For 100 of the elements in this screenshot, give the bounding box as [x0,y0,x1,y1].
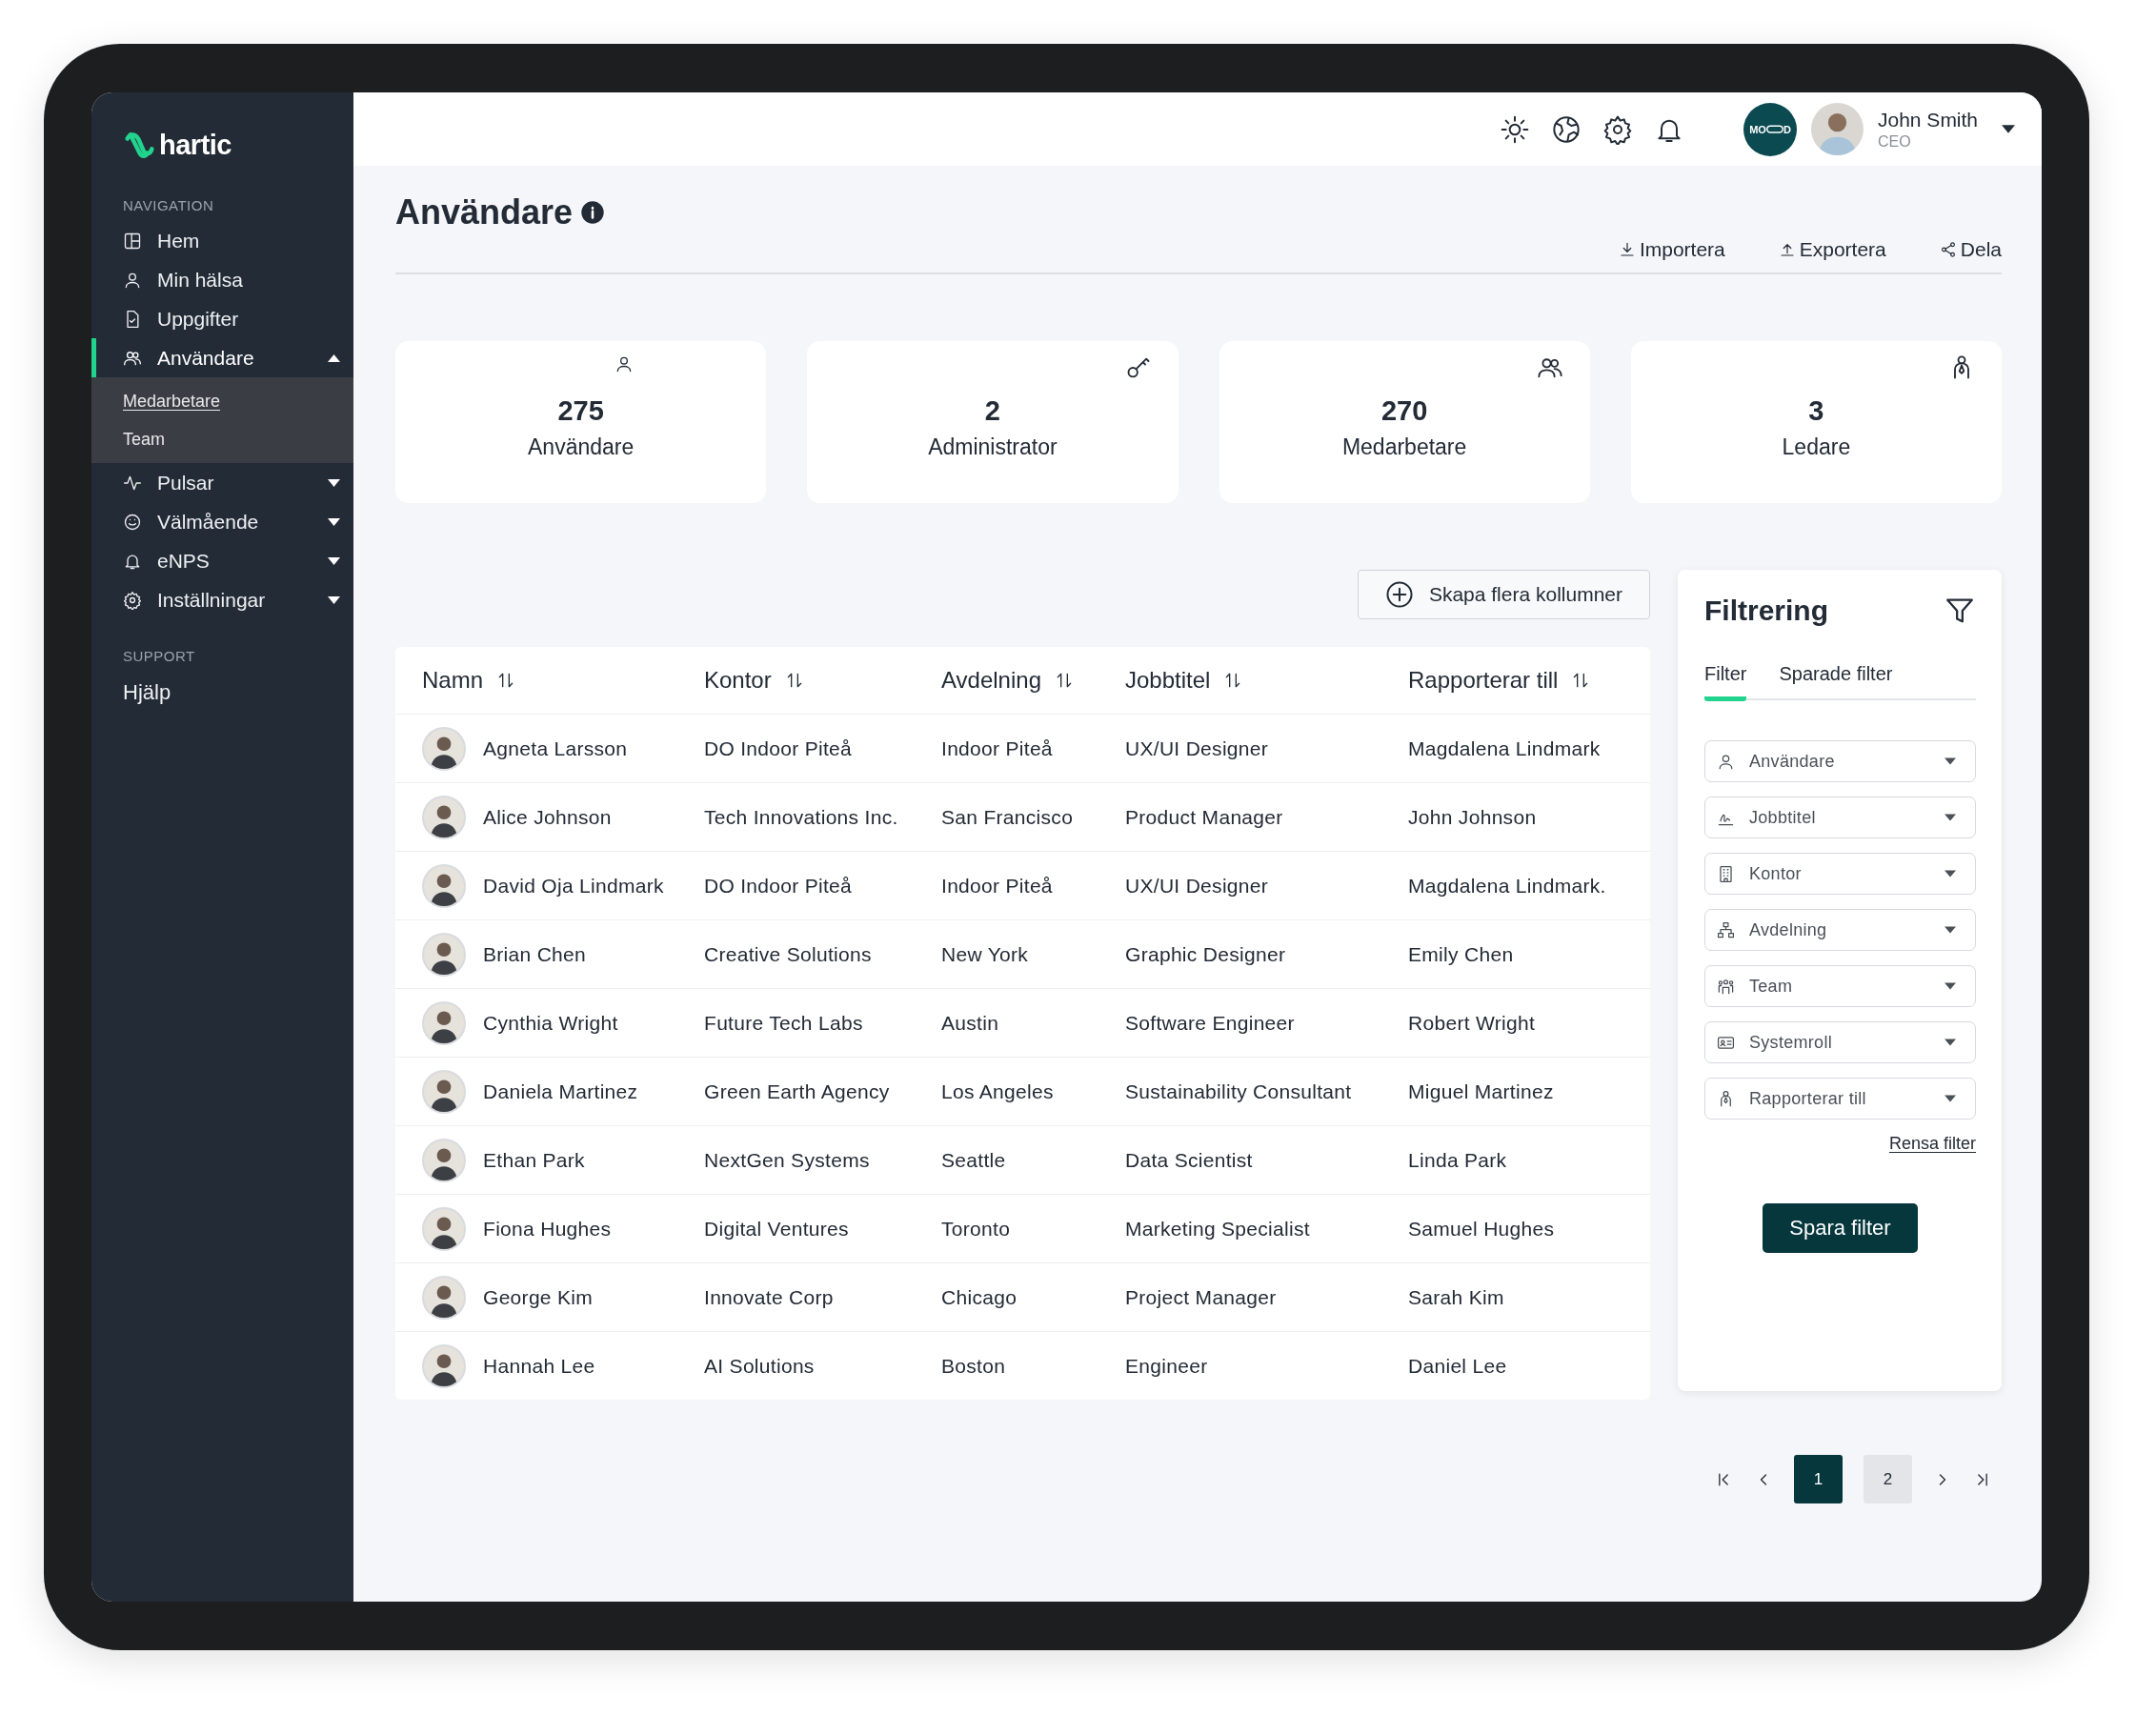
table-cell: Seattle [941,1148,1006,1172]
nav-item[interactable]: Pulsar [91,463,353,502]
table-cell: Chicago [941,1285,1018,1309]
table-cell: Hannah Lee [483,1354,595,1378]
home-icon [123,231,142,251]
table-cell: Engineer [1125,1354,1208,1378]
avatar-placeholder [422,795,466,839]
save-filter-button[interactable]: Spara filter [1763,1203,1918,1253]
caret-icon [328,353,340,362]
table-cell: George Kim [483,1285,594,1309]
table-cell: Magdalena Lindmark. [1408,874,1606,898]
table-cell: Austin [941,1011,999,1035]
table-cell: Fiona Hughes [483,1217,612,1241]
nav-item[interactable]: Välmående [91,502,353,541]
brand-logo-icon [124,131,155,159]
table-cell: Miguel Martinez [1408,1079,1554,1103]
caret-icon [1944,814,1956,821]
stat-label: Ledare [1782,434,1851,460]
stat-value: 3 [1808,395,1824,427]
action-link[interactable]: Exportera [1778,238,1886,261]
theme-icon [1500,113,1530,145]
table-cell: Robert Wright [1408,1011,1536,1035]
table-cell: Cynthia Wright [483,1011,618,1035]
table-cell: Sustainability Consultant [1125,1079,1352,1103]
action-link[interactable]: Importera [1618,238,1725,261]
table-cell: DO Indoor Piteå [704,874,853,898]
user-role: CEO [1878,132,1912,151]
dropdown-field[interactable]: Systemroll [1704,1021,1976,1063]
stat-value: 270 [1380,395,1428,427]
avatar-placeholder [422,863,466,908]
column-header[interactable]: Rapporterar till [1408,647,1650,714]
action-link[interactable]: Dela [1939,238,2002,261]
table-cell: Product Manager [1125,805,1283,829]
table-cell: Indoor Piteå [941,874,1053,898]
nav-item[interactable]: Min hälsa [91,260,353,299]
nav-item[interactable]: Hjälp [91,672,353,714]
submenu-item[interactable]: Team [91,420,353,458]
caret-icon [328,517,340,526]
avatar-placeholder [422,1138,466,1182]
dropdown-caret-icon [2002,125,2015,133]
table-cell: Software Engineer [1125,1011,1295,1035]
avatar-placeholder [422,1069,466,1114]
user-name: John Smith [1878,108,1980,131]
table-cell: Daniel Lee [1408,1354,1507,1378]
table-cell: Toronto [941,1217,1011,1241]
info-icon [580,200,606,225]
nav-item[interactable]: Hem [91,221,353,260]
dropdown-field[interactable]: Rapporterar till [1704,1078,1976,1120]
panel-title: Filtrering [1704,595,1828,627]
table-cell: Alice Johnson [483,805,612,829]
nav-item[interactable]: Uppgifter [91,299,353,338]
avatar-placeholder [422,1275,466,1320]
nav-item[interactable]: eNPS [91,541,353,580]
column-header[interactable]: Avdelning [941,647,1125,714]
table-cell: Emily Chen [1408,942,1514,966]
table-cell: Samuel Hughes [1408,1217,1555,1241]
dropdown-field[interactable]: Användare [1704,740,1976,782]
column-header[interactable]: Namn [422,647,704,714]
sort-icon [1055,671,1074,690]
table-cell: David Oja Lindmark [483,874,664,898]
org-logo: MO D [1743,102,1797,156]
nav-item[interactable]: Inställningar [91,580,353,619]
share-icon [1939,241,1957,258]
table-cell: Tech Innovations Inc. [704,805,898,829]
user-avatar[interactable] [1811,103,1864,155]
dropdown-field[interactable]: Team [1704,965,1976,1007]
table-cell: Green Earth Agency [704,1079,890,1103]
page-button[interactable]: 1 [1794,1455,1843,1503]
stat-label: Administrator [928,434,1058,460]
table-cell: Future Tech Labs [704,1011,863,1035]
hierarchy-icon [1717,920,1735,939]
table-cell: Marketing Specialist [1125,1217,1310,1241]
tab[interactable]: Filter [1704,663,1747,701]
table-cell: Ethan Park [483,1148,585,1172]
submenu-item[interactable]: Medarbetare [91,382,353,420]
column-header[interactable]: Kontor [704,647,941,714]
table-cell: John Johnson [1408,805,1537,829]
caret-icon [1944,870,1956,878]
stat-value: 2 [984,395,1000,427]
avatar-placeholder [422,932,466,977]
caret-icon [1944,926,1956,934]
caret-icon [1944,1039,1956,1046]
gear-icon [123,590,142,610]
table-cell: DO Indoor Piteå [704,736,853,760]
table-cell: Indoor Piteå [941,736,1053,760]
add-columns-button[interactable]: Skapa flera kollumner [1357,570,1650,619]
table-cell: Data Scientist [1125,1148,1253,1172]
page-title: Användare [395,192,574,232]
dropdown-field[interactable]: Avdelning [1704,909,1976,951]
clear-filter-link[interactable]: Rensa filter [1888,1134,1976,1154]
building-icon [1717,864,1735,883]
dropdown-field[interactable]: Jobbtitel [1704,797,1976,838]
dropdown-field[interactable]: Kontor [1704,853,1976,895]
team-icon [1717,977,1735,996]
brand-name: hartic [159,129,232,161]
tab[interactable]: Sparade filter [1779,663,1893,701]
column-header[interactable]: Jobbtitel [1125,647,1408,714]
page-button[interactable]: 2 [1864,1455,1912,1503]
table-cell: Innovate Corp [704,1285,834,1309]
caret-icon [328,556,340,565]
